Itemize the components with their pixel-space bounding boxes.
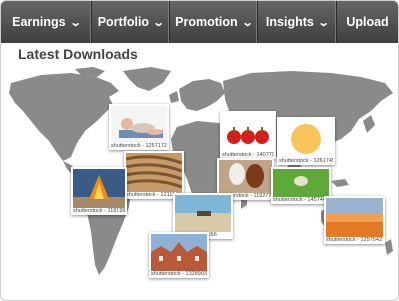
main-nav: Earnings ⌄ Portfolio ⌄ Promotion ⌄ Insig… [1, 1, 398, 43]
thumbnail-image-oldtown [151, 234, 207, 271]
thumbnail-caption: shutterstock - 125754278 [326, 237, 383, 243]
section-title: Latest Downloads [18, 46, 138, 62]
thumbnail-item[interactable]: shutterstock - 140770095 [220, 111, 276, 159]
chevron-down-icon: ⌄ [241, 16, 254, 29]
thumbnail-image-leaf [273, 169, 329, 197]
thumbnail-item[interactable]: shutterstock - 125754278 [324, 196, 385, 244]
thumbnail-image-baby [111, 106, 167, 143]
thumbnail-image-bonfire [73, 169, 125, 208]
thumbnail-item[interactable]: shutterstock - 125717278 [109, 104, 169, 150]
nav-insights[interactable]: Insights ⌄ [258, 1, 337, 43]
chevron-down-icon: ⌄ [152, 16, 165, 29]
nav-upload-label: Upload [346, 15, 389, 29]
thumbnail-image-beach [175, 195, 231, 232]
nav-insights-label: Insights [265, 15, 314, 29]
thumbnail-caption: shutterstock - 125717278 [111, 143, 167, 149]
thumbnail-image-sunset [326, 198, 383, 237]
thumbnail-caption: shutterstock - 132890313 [151, 271, 207, 277]
nav-upload[interactable]: Upload [337, 1, 398, 43]
nav-portfolio-label: Portfolio [97, 15, 150, 29]
chevron-down-icon: ⌄ [69, 16, 82, 29]
downloads-widget: Earnings ⌄ Portfolio ⌄ Promotion ⌄ Insig… [0, 0, 399, 301]
thumbnail-item[interactable]: shutterstock - 118199215 [71, 167, 127, 215]
thumbnail-image-apples [222, 113, 274, 152]
thumbnail-item[interactable]: shutterstock - 145744278 [271, 167, 331, 204]
thumbnail-item[interactable]: shutterstock - 126174518 [277, 117, 335, 165]
thumbnail-item[interactable]: shutterstock - 121114278 [124, 151, 184, 199]
nav-earnings-label: Earnings [12, 15, 66, 29]
nav-portfolio[interactable]: Portfolio ⌄ [92, 1, 170, 43]
thumbnail-image-orange [279, 119, 333, 158]
nav-promotion[interactable]: Promotion ⌄ [170, 1, 258, 43]
thumbnail-caption: shutterstock - 126174518 [279, 158, 333, 164]
thumbnail-item[interactable]: shutterstock - 132890313 [149, 232, 209, 278]
nav-promotion-label: Promotion [175, 15, 238, 29]
chevron-down-icon: ⌄ [317, 16, 330, 29]
thumbnail-caption: shutterstock - 145744278 [273, 197, 329, 203]
thumbnail-image-horses [219, 160, 272, 193]
thumbnail-image-dunes [126, 153, 182, 192]
thumbnail-caption: shutterstock - 118199215 [73, 208, 125, 214]
nav-earnings[interactable]: Earnings ⌄ [1, 1, 92, 43]
